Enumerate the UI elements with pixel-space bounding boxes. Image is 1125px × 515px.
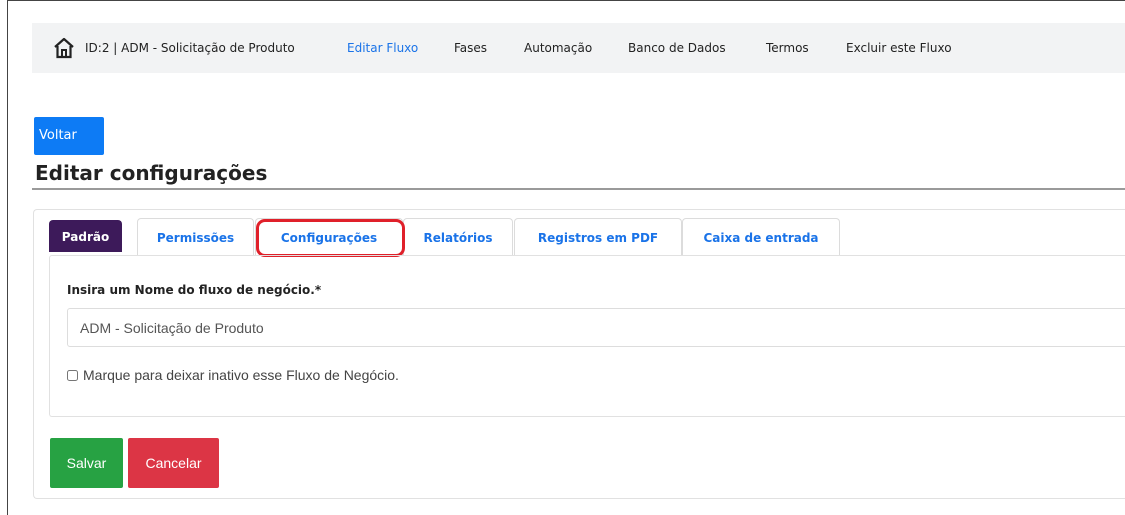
tab-permissoes[interactable]: Permissões (137, 218, 254, 256)
page-title: Editar configurações (35, 161, 268, 185)
flow-name-input[interactable] (67, 308, 1125, 347)
nav-link-banco-de-dados[interactable]: Banco de Dados (628, 41, 726, 55)
inactive-checkbox-row[interactable]: Marque para deixar inativo esse Fluxo de… (67, 367, 399, 383)
inactive-checkbox-label: Marque para deixar inativo esse Fluxo de… (83, 367, 399, 383)
top-navigation: ID:2 | ADM - Solicitação de Produto Edit… (32, 23, 1125, 73)
back-button[interactable]: Voltar (34, 117, 104, 155)
tab-relatorios[interactable]: Relatórios (403, 218, 513, 256)
title-divider (32, 188, 1125, 190)
nav-link-termos[interactable]: Termos (766, 41, 809, 55)
tab-padrao[interactable]: Padrão (49, 220, 122, 252)
nav-link-excluir-fluxo[interactable]: Excluir este Fluxo (846, 41, 952, 55)
home-icon[interactable] (53, 37, 75, 59)
nav-link-automacao[interactable]: Automação (524, 41, 592, 55)
tab-configuracoes[interactable]: Configurações (255, 218, 403, 256)
inactive-checkbox[interactable] (67, 369, 78, 381)
flow-title: ID:2 | ADM - Solicitação de Produto (85, 41, 295, 55)
flow-name-label: Insira um Nome do fluxo de negócio.* (67, 283, 322, 297)
tab-registros-pdf[interactable]: Registros em PDF (514, 218, 682, 256)
save-button[interactable]: Salvar (50, 438, 123, 488)
tab-caixa-de-entrada[interactable]: Caixa de entrada (682, 218, 840, 256)
nav-link-editar-fluxo[interactable]: Editar Fluxo (347, 41, 418, 55)
cancel-button[interactable]: Cancelar (128, 438, 219, 488)
nav-link-fases[interactable]: Fases (454, 41, 487, 55)
